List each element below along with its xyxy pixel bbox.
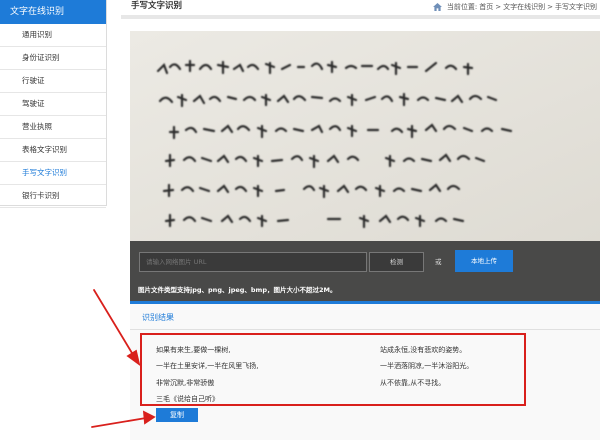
upload-bar: 检测 或 本地上传 图片文件类型支持jpg、png、jpeg、bmp，图片大小不… <box>130 241 600 301</box>
page-title: 手写文字识别 <box>131 1 183 11</box>
arrow-to-results <box>93 289 136 359</box>
formats-note: 图片文件类型支持jpg、png、jpeg、bmp，图片大小不超过2M。 <box>138 286 337 294</box>
results-title: 识别结果 <box>142 313 174 322</box>
sidebar-item-handwriting[interactable]: 手写文字识别 <box>0 162 106 185</box>
copy-button[interactable]: 复制 <box>156 408 198 422</box>
breadcrumb-ocr[interactable]: 文字在线识别 <box>503 2 545 12</box>
or-label: 或 <box>435 258 442 266</box>
breadcrumb-separator: > <box>547 3 553 11</box>
sidebar-item-id-card[interactable]: 身份证识别 <box>0 47 106 70</box>
image-url-input[interactable] <box>139 252 367 272</box>
breadcrumb-home[interactable]: 首页 <box>479 2 493 12</box>
breadcrumb-current: 手写文字识别 <box>555 3 597 11</box>
breadcrumb-prefix: 当前位置: <box>446 3 478 11</box>
annotation-box <box>140 333 526 406</box>
sidebar-item-general[interactable]: 通用识别 <box>0 24 106 47</box>
results-divider <box>130 329 600 330</box>
image-preview: 检测 或 本地上传 图片文件类型支持jpg、png、jpeg、bmp，图片大小不… <box>130 31 600 301</box>
handwriting-image <box>130 31 600 241</box>
sidebar-item-bank-card[interactable]: 银行卡识别 <box>0 185 106 208</box>
sidebar-item-table[interactable]: 表格文字识别 <box>0 139 106 162</box>
breadcrumb-separator: > <box>495 3 502 11</box>
sidebar-menu: 通用识别 身份证识别 行驶证 驾驶证 营业执照 表格文字识别 手写文字识别 银行… <box>0 24 106 208</box>
sidebar-item-vehicle-license[interactable]: 行驶证 <box>0 70 106 93</box>
home-icon <box>432 3 442 11</box>
sidebar-item-driver-license[interactable]: 驾驶证 <box>0 93 106 116</box>
sidebar-header: 文字在线识别 <box>0 0 106 24</box>
sidebar-item-business-license[interactable]: 营业执照 <box>0 116 106 139</box>
detect-button[interactable]: 检测 <box>369 252 424 272</box>
breadcrumb: 当前位置: 首页 > 文字在线识别 > 手写文字识别 <box>432 2 597 12</box>
title-divider <box>121 15 600 19</box>
sidebar: 文字在线识别 通用识别 身份证识别 行驶证 驾驶证 营业执照 表格文字识别 手写… <box>0 0 107 208</box>
local-upload-button[interactable]: 本地上传 <box>455 250 513 272</box>
